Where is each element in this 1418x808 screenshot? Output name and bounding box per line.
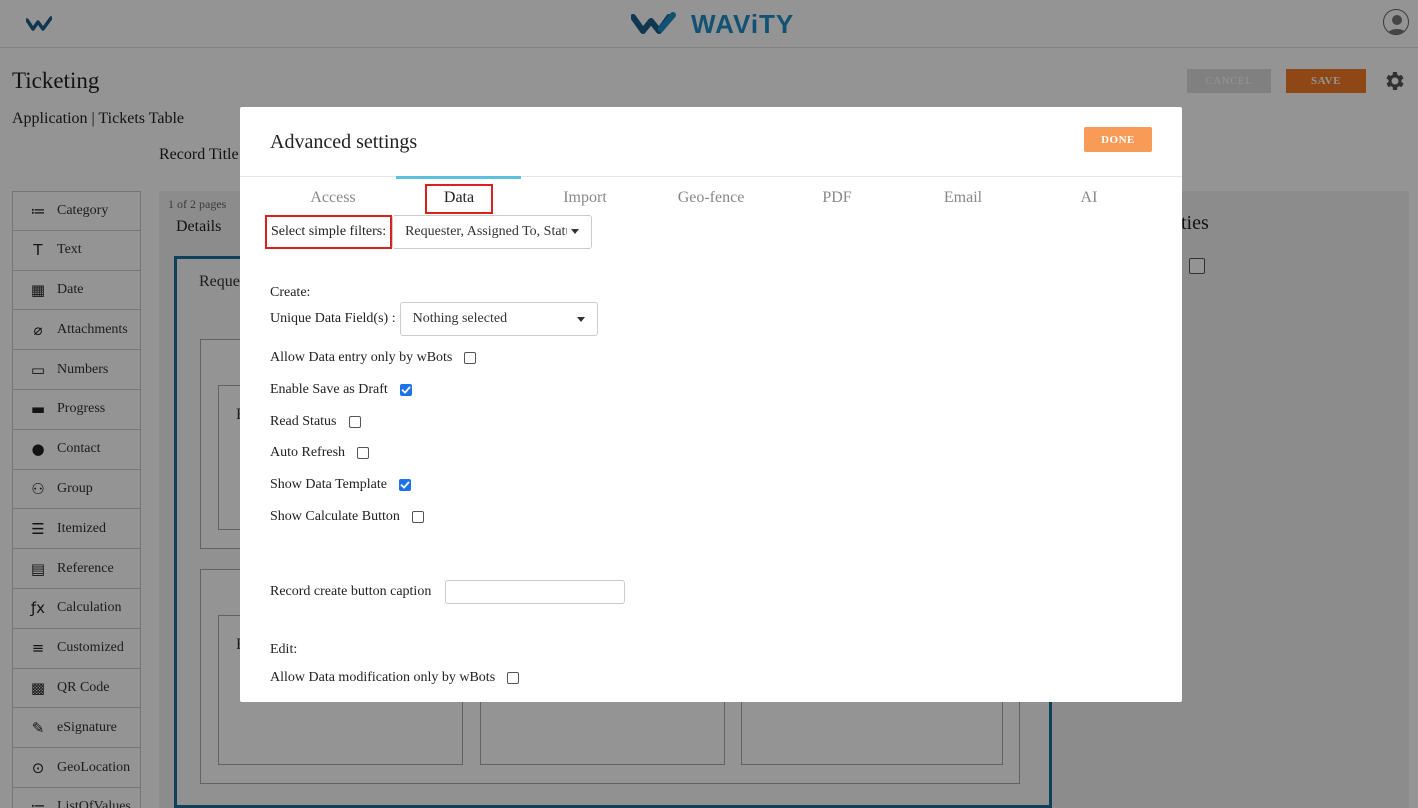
unique-fields-value: Nothing selected [412,311,508,326]
data-tab-content: Select simple filters: Requester, Assign… [265,215,1150,685]
option-checkbox[interactable] [464,352,477,364]
option-label: Enable Save as Draft [270,381,388,397]
edit-option-row: Allow Data modification only by wBots [270,670,520,686]
tab-pdf[interactable]: PDF [774,187,900,215]
tab-import[interactable]: Import [522,187,648,215]
done-button[interactable]: DONE [1084,127,1152,152]
option-row: Auto Refresh [270,445,370,461]
settings-tabs: Access Data Import Geo-fence PDF Email AI [270,184,1152,217]
tab-label: PDF [822,189,852,206]
tab-label: Data [424,184,494,214]
modal-header: Advanced settings DONE [240,107,1182,177]
tab-label: AI [1080,189,1098,206]
option-row: Allow Data entry only by wBots [270,350,477,366]
option-checkbox[interactable] [399,383,412,396]
option-label: Show Calculate Button [270,509,400,524]
check-icon [400,481,410,489]
option-label: Show Data Template [270,477,387,493]
tab-access[interactable]: Access [270,187,396,215]
caption-row: Record create button caption [270,579,626,605]
tab-label: Geo-fence [677,189,745,206]
caption-input[interactable] [445,580,626,604]
active-tab-indicator [396,176,521,179]
unique-fields-row: Unique Data Field(s) : Nothing selected [270,302,598,336]
option-label: Auto Refresh [270,445,346,461]
unique-fields-select[interactable]: Nothing selected [399,302,598,336]
edit-option-label: Allow Data modification only by wBots [270,670,496,685]
tab-label: Access [310,189,356,206]
advanced-settings-modal: Advanced settings DONE Access Data Import G… [240,107,1182,702]
modal-title: Advanced settings [270,131,418,153]
caption-label: Record create button caption [270,584,432,599]
option-row: Read Status [270,414,361,430]
unique-fields-label: Unique Data Field(s) : [270,311,396,326]
option-row: Show Data Template [270,477,411,493]
create-heading: Create: [270,285,311,300]
option-checkbox[interactable] [411,511,424,523]
tab-label: Import [563,189,607,206]
option-label: Allow Data entry only by wBots [270,350,453,365]
chevron-down-icon [576,317,585,322]
option-checkbox[interactable] [398,479,411,492]
tab-geo-fence[interactable]: Geo-fence [648,187,774,215]
option-row: Enable Save as Draft [270,382,412,398]
simple-filters-select[interactable]: Requester, Assigned To, Statu [392,215,593,249]
chevron-down-icon [571,229,580,234]
edit-option-checkbox[interactable] [507,672,520,684]
check-icon [401,386,411,394]
tab-data[interactable]: Data [396,184,522,215]
simple-filters-label: Select simple filters: [265,215,393,249]
option-checkbox[interactable] [348,415,361,428]
option-label: Read Status [270,413,337,429]
simple-filters-row: Select simple filters: Requester, Assign… [265,215,593,249]
simple-filters-value: Requester, Assigned To, Statu [405,224,568,239]
tab-ai[interactable]: AI [1026,187,1152,215]
option-checkbox[interactable] [357,447,370,460]
tab-email[interactable]: Email [900,187,1026,215]
edit-heading: Edit: [270,642,298,657]
tab-label: Email [943,189,983,206]
option-row: Show Calculate Button [270,509,424,525]
